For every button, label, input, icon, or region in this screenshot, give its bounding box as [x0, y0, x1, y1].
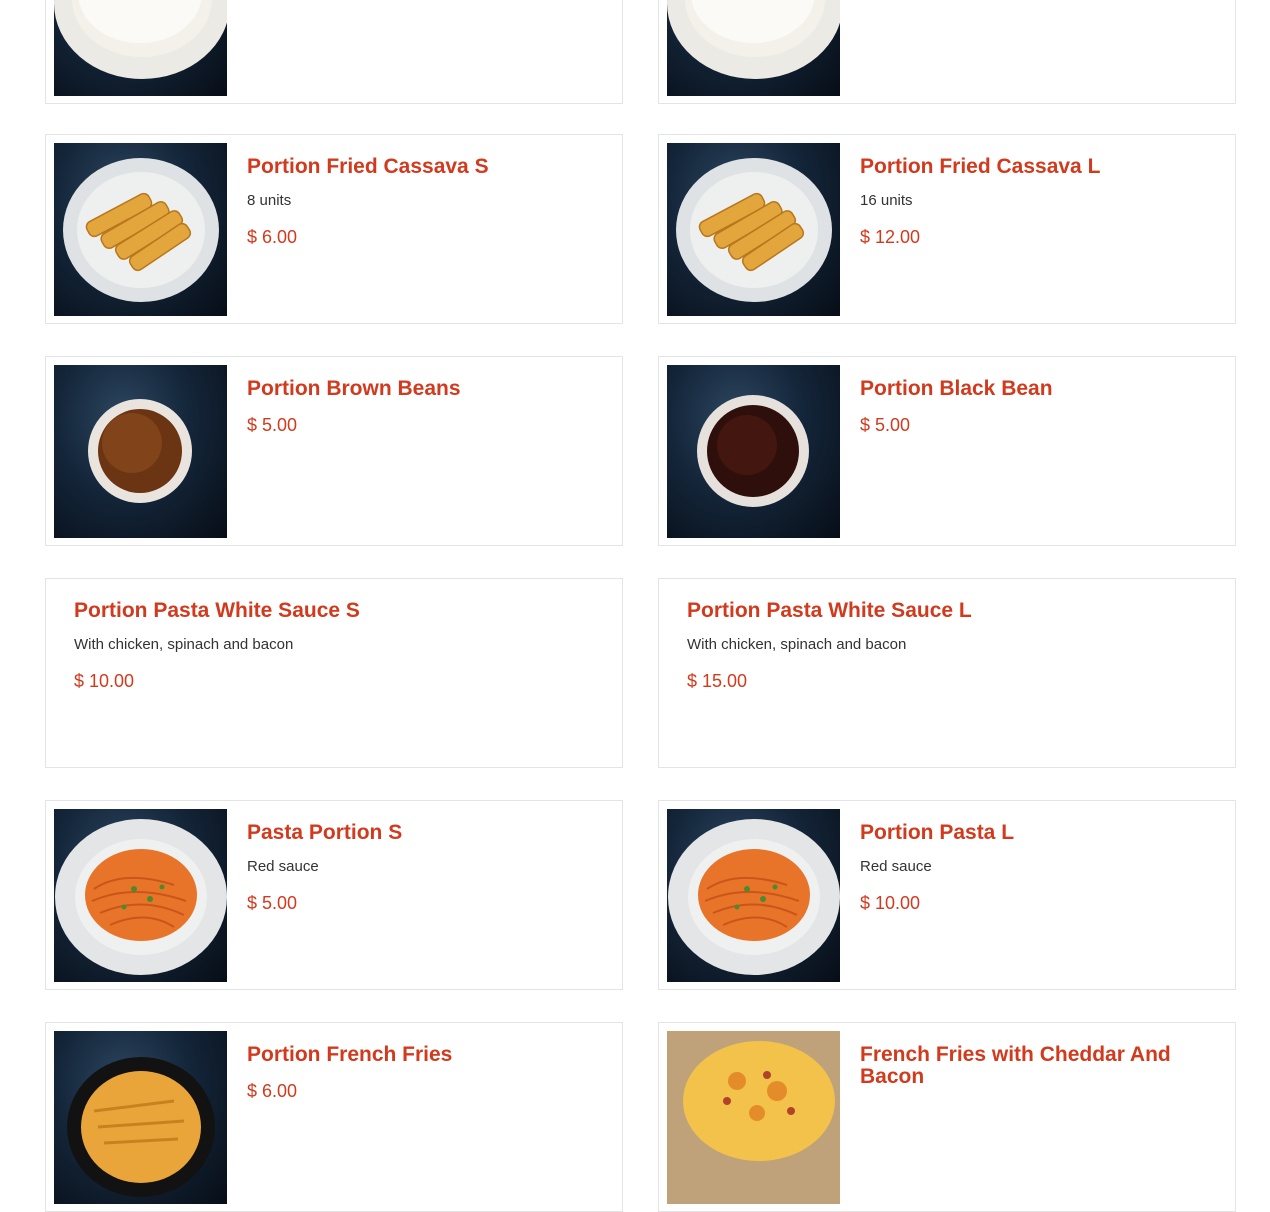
menu-item-card[interactable]: Portion Pasta White Sauce L With chicken…	[658, 578, 1236, 768]
fried-cassava-plate-image	[54, 143, 227, 316]
menu-item-description: Red sauce	[860, 858, 932, 875]
fried-cassava-plate-image	[667, 143, 840, 316]
menu-item-description: 16 units	[860, 192, 913, 209]
menu-item-card[interactable]: Portion Brown Beans $ 5.00	[45, 356, 623, 546]
menu-item-name: French Fries with Cheddar And Bacon	[860, 1043, 1171, 1088]
menu-item-card[interactable]: Pasta Portion S Red sauce $ 5.00	[45, 800, 623, 990]
menu-item-price: $ 6.00	[247, 227, 298, 247]
cheddar-bacon-fries-image	[667, 1031, 840, 1204]
menu-item-name: Pasta Portion S	[247, 821, 403, 844]
menu-item-name: Portion French Fries	[247, 1043, 453, 1066]
menu-item-description: Red sauce	[247, 858, 319, 875]
menu-item-price: $ 10.00	[860, 893, 921, 913]
menu-item-card[interactable]: Portion French Fries $ 6.00	[45, 1022, 623, 1212]
menu-item-name: Portion Pasta White Sauce S	[74, 599, 360, 622]
menu-item-name: Portion Pasta L	[860, 821, 1015, 844]
menu-item-name: Portion Fried Cassava S	[247, 155, 489, 178]
pasta-red-sauce-plate-image	[667, 809, 840, 982]
menu-item-card[interactable]	[658, 0, 1236, 104]
brown-beans-bowl-image	[54, 365, 227, 538]
menu-item-price: $ 15.00	[687, 671, 748, 691]
menu-item-name: Portion Brown Beans	[247, 377, 461, 400]
menu-item-price: $ 5.00	[860, 415, 911, 435]
menu-item-name: Portion Fried Cassava L	[860, 155, 1101, 178]
french-fries-bowl-image	[54, 1031, 227, 1204]
menu-item-name: Portion Pasta White Sauce L	[687, 599, 972, 622]
menu-item-price: $ 5.00	[247, 415, 298, 435]
menu-item-price: $ 6.00	[247, 1081, 298, 1101]
rice-plate-image	[667, 0, 840, 96]
menu-item-description: With chicken, spinach and bacon	[687, 636, 907, 653]
pasta-red-sauce-plate-image	[54, 809, 227, 982]
menu-item-card[interactable]: French Fries with Cheddar And Bacon	[658, 1022, 1236, 1212]
menu-item-name: Portion Black Bean	[860, 377, 1053, 400]
menu-item-price: $ 12.00	[860, 227, 921, 247]
black-beans-bowl-image	[667, 365, 840, 538]
menu-item-description: 8 units	[247, 192, 292, 209]
menu-item-price: $ 10.00	[74, 671, 135, 691]
menu-item-description: With chicken, spinach and bacon	[74, 636, 294, 653]
menu-item-card[interactable]: Portion Black Bean $ 5.00	[658, 356, 1236, 546]
menu-item-card[interactable]	[45, 0, 623, 104]
menu-item-card[interactable]: Portion Pasta White Sauce S With chicken…	[45, 578, 623, 768]
menu-item-card[interactable]: Portion Fried Cassava S 8 units $ 6.00	[45, 134, 623, 324]
menu-item-price: $ 5.00	[247, 893, 298, 913]
menu-item-card[interactable]: Portion Pasta L Red sauce $ 10.00	[658, 800, 1236, 990]
rice-plate-image	[54, 0, 227, 96]
menu-item-card[interactable]: Portion Fried Cassava L 16 units $ 12.00	[658, 134, 1236, 324]
